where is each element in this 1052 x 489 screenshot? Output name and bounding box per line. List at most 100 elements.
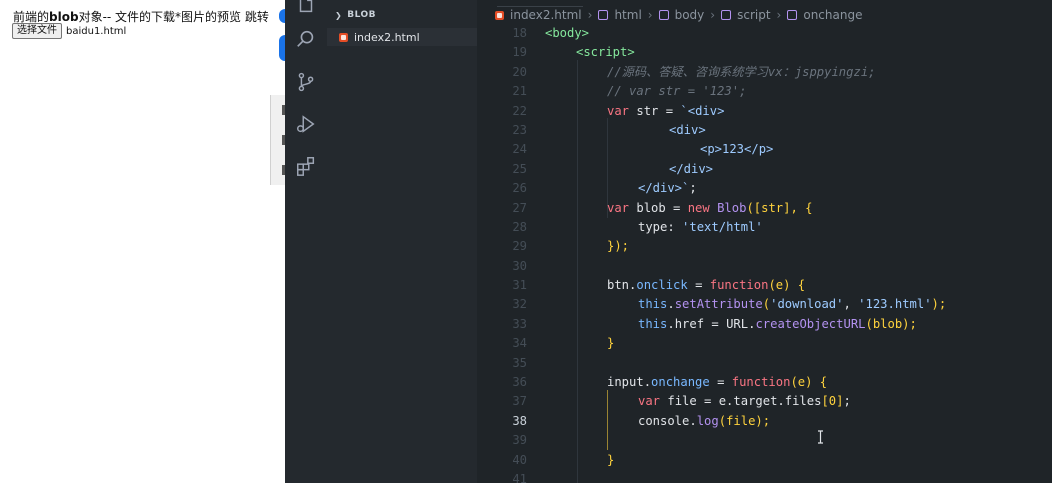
- code-comment: //源码、答疑、咨询系统学习vx：jsppyingzi;: [607, 64, 876, 79]
- line-number: 25: [512, 161, 527, 176]
- explorer-file-item[interactable]: index2.html: [327, 28, 477, 46]
- code-token: onchange: [651, 375, 710, 390]
- breadcrumb-body-label: body: [674, 8, 705, 22]
- code-token: =: [687, 278, 710, 293]
- chevron-right-icon: ›: [710, 8, 716, 22]
- code-token: .: [689, 413, 697, 428]
- code-token: <script>: [576, 45, 635, 60]
- line-number: 21: [512, 84, 527, 99]
- code-line: 28 type: 'text/html': [477, 218, 1052, 237]
- line-number: 19: [512, 45, 527, 60]
- code-token: this: [638, 316, 668, 331]
- breadcrumb-file-label: index2.html: [510, 8, 582, 22]
- code-comment: // var str = '123';: [607, 84, 747, 99]
- chevron-right-icon: ›: [776, 8, 782, 22]
- line-number: 31: [512, 278, 527, 293]
- code-token: <div>: [669, 122, 706, 137]
- code-token: <p>123</p>: [700, 142, 774, 157]
- code-token: file = e.target.files: [660, 394, 822, 409]
- code-line: 39: [477, 431, 1052, 450]
- line-number: 33: [512, 316, 527, 331]
- code-token: Blob: [717, 200, 747, 215]
- code-token: createObjectURL: [755, 316, 866, 331]
- breadcrumb-script[interactable]: script: [721, 8, 771, 22]
- activity-bar: [285, 0, 327, 483]
- code-token: (e) {: [790, 375, 828, 390]
- code-token: </div>: [669, 161, 714, 176]
- code-line: 22 var str = `<div>: [477, 102, 1052, 121]
- code-token: onclick: [636, 278, 688, 293]
- breadcrumb-script-label: script: [737, 8, 771, 22]
- chevron-right-icon: ›: [587, 8, 593, 22]
- explorer-section-header[interactable]: ❯ BLOB: [335, 10, 376, 20]
- text-cursor-icon: [818, 430, 823, 444]
- line-number: 30: [512, 258, 527, 273]
- code-token: (file);: [718, 413, 771, 428]
- code-token: }: [607, 452, 615, 467]
- html-file-icon: [495, 10, 504, 20]
- element-icon: [721, 10, 732, 20]
- code-line: 33 this.href = URL.createObjectURL(blob);: [477, 315, 1052, 334]
- code-token: =: [704, 316, 727, 331]
- source-control-icon[interactable]: [295, 71, 317, 93]
- code-editor[interactable]: index2.html › html › body › script › onc…: [477, 0, 1052, 486]
- section-label: BLOB: [347, 10, 376, 20]
- selected-file-name: baidu1.html: [66, 25, 127, 37]
- breadcrumb-body[interactable]: body: [658, 8, 705, 22]
- line-number: 35: [512, 355, 527, 370]
- code-token: ;: [689, 181, 697, 196]
- line-number: 39: [512, 433, 527, 448]
- code-line: 21 // var str = '123';: [477, 82, 1052, 101]
- code-line: 23 <div>: [477, 121, 1052, 140]
- search-icon[interactable]: [295, 28, 317, 50]
- code-token: blob =: [629, 200, 688, 215]
- code-lines: 18 <body> 19 <script> 20 //源码、答疑、咨询系统学习vx：j…: [477, 24, 1052, 489]
- code-token: [0]: [821, 394, 844, 409]
- code-line: 40}: [477, 451, 1052, 470]
- code-token: ;: [843, 394, 851, 409]
- code-token: .: [667, 297, 675, 312]
- code-token: <body>: [545, 26, 590, 40]
- line-number: 41: [512, 471, 527, 486]
- explorer-icon[interactable]: [295, 0, 317, 16]
- code-token: setAttribute: [674, 297, 763, 312]
- code-line: 36 input.onchange = function(e) {: [477, 373, 1052, 392]
- code-line: 32 this.setAttribute('download', '123.htm…: [477, 295, 1052, 314]
- code-line: 25 </div>: [477, 160, 1052, 179]
- code-token: :: [667, 219, 683, 234]
- code-line: 26 </div>`;: [477, 179, 1052, 198]
- code-line: 27 var blob = new Blob([str], {: [477, 199, 1052, 218]
- code-line-active: 38 console.log(file);: [477, 412, 1052, 431]
- code-token: ([str], {: [746, 200, 813, 215]
- breadcrumb-onchange[interactable]: onchange: [787, 8, 862, 22]
- element-icon: [658, 10, 669, 20]
- chevron-down-icon: ❯: [335, 10, 343, 20]
- file-item-label: index2.html: [354, 30, 420, 44]
- code-token: '123.html': [858, 297, 932, 312]
- line-number: 27: [512, 200, 527, 215]
- code-token: ,: [843, 297, 859, 312]
- code-token: .: [667, 316, 675, 331]
- line-number: 32: [512, 297, 527, 312]
- code-line: 29});: [477, 237, 1052, 256]
- breadcrumb-file[interactable]: index2.html: [495, 8, 582, 22]
- line-number: 20: [512, 64, 527, 79]
- code-line: 34}: [477, 334, 1052, 353]
- explorer-panel: ❯ BLOB index2.html: [327, 0, 478, 483]
- vscode-window: ❯ BLOB index2.html index2.html › html › …: [285, 0, 1052, 486]
- breadcrumb-html-label: html: [614, 8, 642, 22]
- code-token: (blob);: [865, 316, 917, 331]
- code-token: 'download': [770, 297, 844, 312]
- line-number: 28: [512, 219, 527, 234]
- title-bold: blob: [49, 10, 79, 24]
- code-line: 24 <p>123</p>: [477, 140, 1052, 159]
- code-token: var: [607, 103, 630, 118]
- run-debug-icon[interactable]: [295, 113, 317, 135]
- code-token: var: [607, 200, 630, 215]
- code-token: var: [638, 394, 661, 409]
- line-number: 23: [512, 122, 527, 137]
- code-token: href: [674, 316, 705, 331]
- breadcrumb-html[interactable]: html: [598, 8, 642, 22]
- choose-file-button[interactable]: 选择文件: [12, 23, 62, 39]
- extensions-icon[interactable]: [295, 155, 317, 177]
